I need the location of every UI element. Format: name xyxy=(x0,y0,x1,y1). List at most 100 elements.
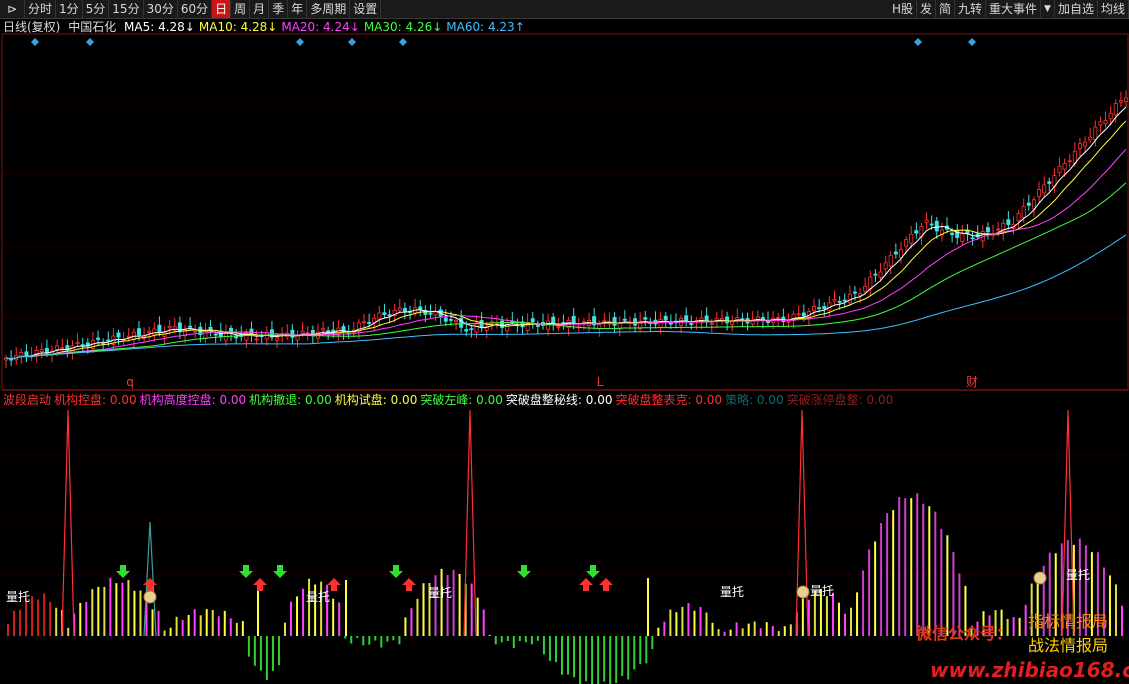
candle-body-34 xyxy=(177,322,182,333)
candle-body-175 xyxy=(898,249,903,258)
candle-body-89 xyxy=(459,317,464,328)
candle-body-4 xyxy=(24,351,29,357)
candle-body-177 xyxy=(909,233,914,244)
candle-body-90 xyxy=(464,329,469,332)
candle-body-202 xyxy=(1037,189,1042,197)
candle-body-128 xyxy=(658,319,663,328)
candle-body-192 xyxy=(985,227,990,233)
ma60-line xyxy=(5,234,1127,360)
candle-body-185 xyxy=(950,232,955,236)
candle-body-182 xyxy=(934,220,939,232)
candle-body-215 xyxy=(1103,120,1108,125)
candle-body-141 xyxy=(725,316,730,324)
candle-body-51 xyxy=(264,332,269,340)
candle-body-30 xyxy=(157,324,162,334)
up-arrow-icon-3 xyxy=(402,578,416,591)
candle-body-86 xyxy=(443,317,448,322)
candle-body-218 xyxy=(1118,99,1123,103)
candle-body-49 xyxy=(254,338,259,341)
candle-body-63 xyxy=(326,330,331,333)
candle-body-172 xyxy=(883,262,888,270)
candle-body-88 xyxy=(454,319,459,323)
candle-body-87 xyxy=(448,319,453,321)
candle-body-57 xyxy=(295,335,300,341)
down-arrow-icon-5 xyxy=(586,565,600,578)
money-bag-icon-1 xyxy=(796,585,810,599)
candle-body-41 xyxy=(213,333,218,336)
candle-body-81 xyxy=(418,306,423,310)
candle-body-214 xyxy=(1098,121,1103,126)
candle-body-130 xyxy=(668,322,673,325)
candle-body-158 xyxy=(812,306,817,311)
candle-body-169 xyxy=(868,276,873,290)
candle-body-121 xyxy=(622,318,627,321)
candle-body-180 xyxy=(924,219,929,224)
candle-body-178 xyxy=(914,230,919,234)
candle-body-15 xyxy=(80,344,85,347)
candle-body-155 xyxy=(796,313,801,316)
candle-body-107 xyxy=(551,316,556,324)
bar-label-5: 量托 xyxy=(1066,568,1091,582)
bar-label-2: 量托 xyxy=(428,586,453,600)
watermark-name2: 战法情报局 xyxy=(1028,636,1109,655)
price-marker-2: 财 xyxy=(966,375,978,389)
candle-body-171 xyxy=(878,271,883,278)
candle-body-62 xyxy=(321,328,326,331)
candle-body-22 xyxy=(116,332,121,338)
candle-body-75 xyxy=(387,314,392,317)
top-diamond-4 xyxy=(399,38,407,46)
candle-body-160 xyxy=(822,306,827,310)
chart-canvas: qL财 xyxy=(1,33,1129,684)
money-bag-icon-0 xyxy=(143,590,157,604)
candle-body-194 xyxy=(996,228,1001,231)
candle-body-104 xyxy=(535,325,540,327)
candle-body-166 xyxy=(852,291,857,294)
candle-body-217 xyxy=(1113,103,1118,116)
candle-body-173 xyxy=(888,254,893,267)
ma30-line xyxy=(5,182,1127,360)
candle-body-93 xyxy=(479,320,484,328)
candle-body-163 xyxy=(837,300,842,303)
candle-body-196 xyxy=(1006,219,1011,225)
candle-body-37 xyxy=(193,330,198,333)
candle-body-134 xyxy=(689,323,694,325)
candle-body-204 xyxy=(1047,181,1052,184)
candle-body-97 xyxy=(500,320,505,328)
candle-body-36 xyxy=(188,325,193,328)
candle-body-14 xyxy=(75,341,80,345)
bar-label-1: 量托 xyxy=(306,590,331,604)
candle-body-187 xyxy=(960,233,965,242)
candle-body-74 xyxy=(382,312,387,315)
bar-label-3: 量托 xyxy=(720,585,745,599)
candle-body-142 xyxy=(730,321,735,325)
down-arrow-icon-3 xyxy=(389,565,403,578)
candle-body-212 xyxy=(1088,136,1093,141)
candle-body-208 xyxy=(1067,160,1072,163)
bar-label-0: 量托 xyxy=(6,590,31,604)
watermark-site: www.zhibiao168.com xyxy=(930,658,1129,682)
candle-body-164 xyxy=(842,299,847,302)
candle-body-123 xyxy=(633,318,638,326)
candle-body-24 xyxy=(126,335,131,338)
down-arrow-icon-1 xyxy=(239,565,253,578)
candle-body-176 xyxy=(904,239,909,247)
candle-body-216 xyxy=(1108,112,1113,120)
candle-body-189 xyxy=(970,237,975,240)
candle-body-58 xyxy=(300,330,305,334)
candle-body-78 xyxy=(402,308,407,313)
watermark-wechat: 微信公众号： xyxy=(916,624,1013,643)
up-arrow-icon-4 xyxy=(579,578,593,591)
candle-body-151 xyxy=(776,316,781,319)
candle-body-18 xyxy=(96,337,101,340)
candle-body-156 xyxy=(801,312,806,317)
candle-body-162 xyxy=(832,299,837,302)
candle-body-111 xyxy=(571,315,576,325)
up-arrow-icon-5 xyxy=(599,578,613,591)
bar-label-4: 量托 xyxy=(810,584,835,598)
watermark-name1: 指标情报局 xyxy=(1028,612,1109,631)
candle-body-119 xyxy=(612,316,617,326)
candle-body-168 xyxy=(863,285,868,292)
candle-body-32 xyxy=(167,325,172,329)
candle-body-198 xyxy=(1016,213,1021,221)
candle-body-91 xyxy=(469,328,474,331)
